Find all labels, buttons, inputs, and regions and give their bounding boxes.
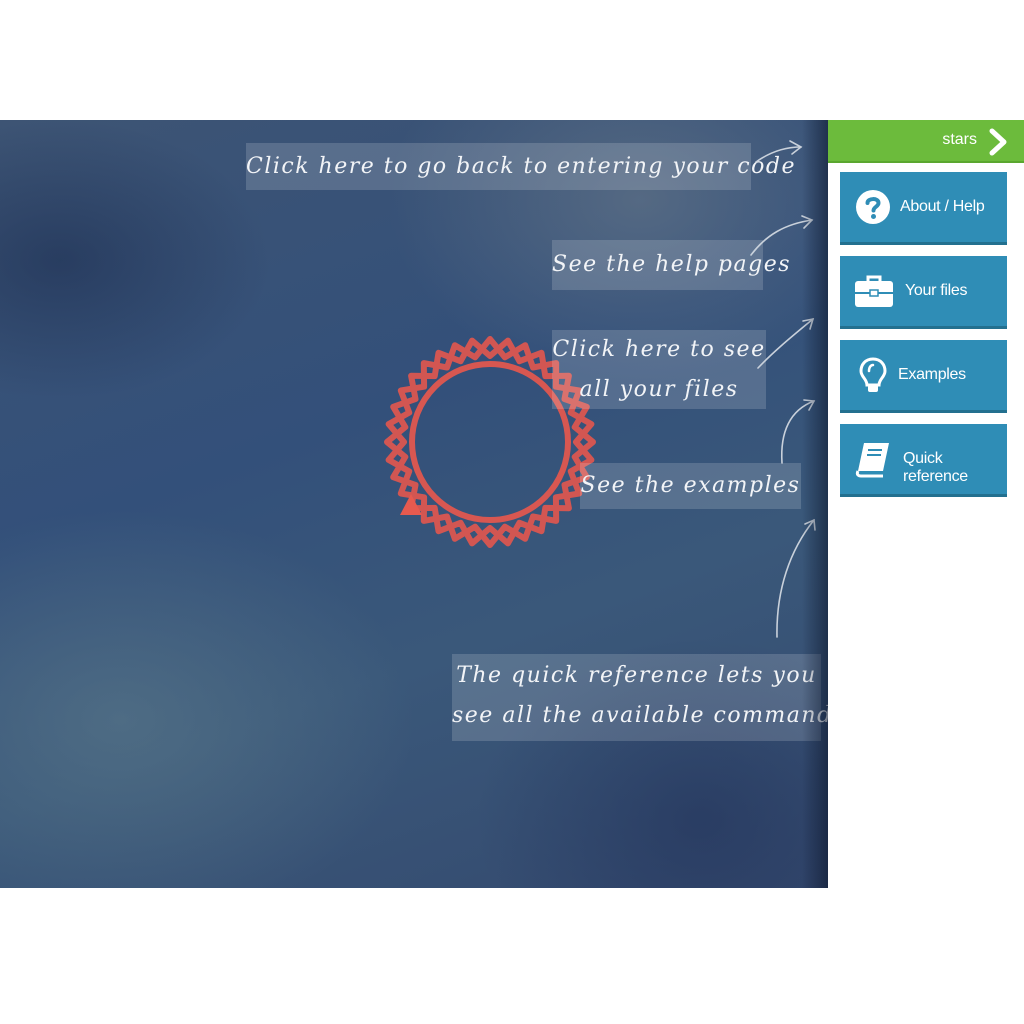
sidebar: stars About / Help Your files Examples Q… (828, 120, 1024, 888)
quick-reference-label: Quick reference (903, 450, 968, 485)
about-help-button[interactable]: About / Help (840, 172, 1007, 245)
arrow-reference-head (804, 518, 816, 531)
chevron-right-icon[interactable] (988, 128, 1010, 156)
app-window: Click here to go back to entering your c… (0, 120, 1024, 888)
your-files-button[interactable]: Your files (840, 256, 1007, 329)
book-icon (855, 443, 889, 478)
arrow-help-head (801, 215, 814, 229)
question-circle-icon (856, 190, 890, 224)
arrow-files-head (802, 317, 815, 330)
arrow-examples (780, 400, 815, 464)
about-help-label: About / Help (900, 198, 985, 215)
lightbulb-icon (859, 357, 887, 392)
tip-arrows (750, 140, 816, 638)
arrow-help (750, 219, 813, 256)
drawing-canvas: Click here to go back to entering your c… (0, 120, 844, 888)
examples-label: Examples (898, 366, 966, 383)
examples-button[interactable]: Examples (840, 340, 1007, 413)
top-bar[interactable]: stars (828, 120, 1024, 163)
program-name: stars (942, 131, 977, 148)
briefcase-icon (855, 275, 893, 307)
arrow-back (755, 146, 802, 163)
arrow-files (757, 318, 814, 369)
your-files-label: Your files (905, 282, 968, 299)
arrow-examples-head (803, 399, 816, 411)
arrow-reference (776, 519, 815, 638)
quick-reference-button[interactable]: Quick reference (840, 424, 1007, 497)
